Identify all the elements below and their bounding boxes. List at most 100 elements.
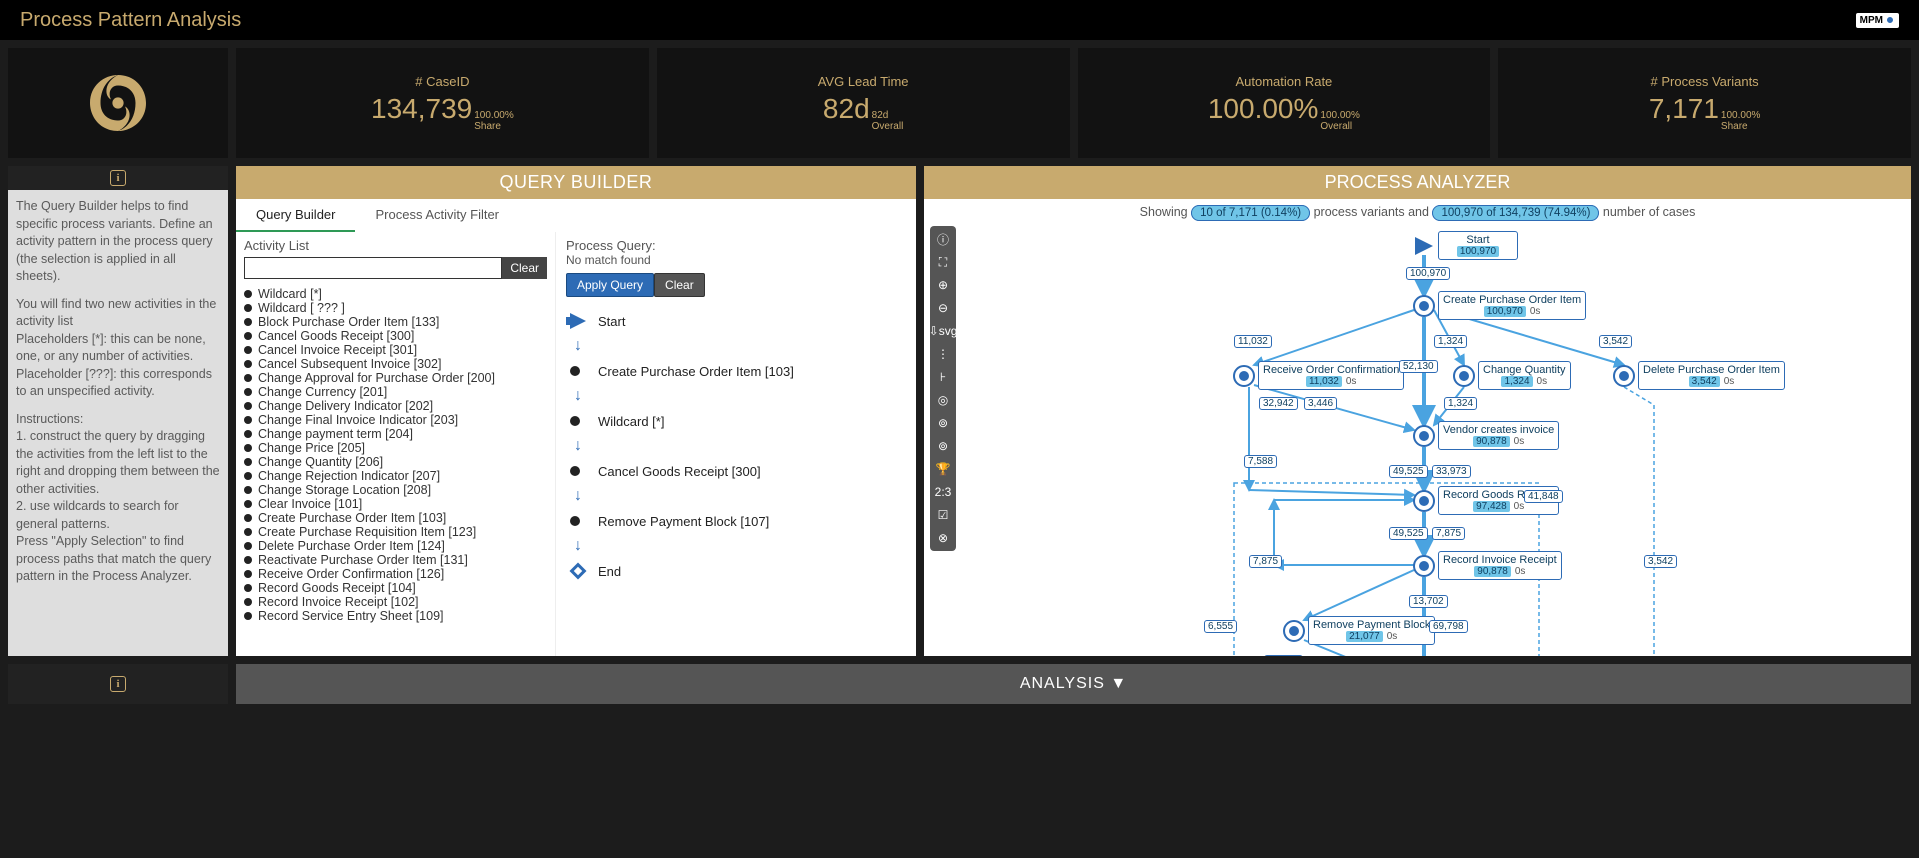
flow-act[interactable]: Cancel Goods Receipt [300]: [566, 457, 906, 485]
edge-label: 33,973: [1432, 465, 1471, 478]
node-ring[interactable]: [1613, 365, 1635, 387]
flow-act[interactable]: Wildcard [*]: [566, 407, 906, 435]
process-graph[interactable]: Start100,970 Create Purchase Order Item10…: [924, 225, 1911, 656]
node-ring[interactable]: [1413, 425, 1435, 447]
flow-arrow-icon: ↓: [574, 537, 906, 555]
process-node-vendor[interactable]: Vendor creates invoice90,8780s: [1438, 421, 1559, 450]
activity-item[interactable]: Record Invoice Receipt [102]: [244, 595, 543, 609]
activity-item[interactable]: Change Currency [201]: [244, 385, 543, 399]
edge-label: 1,324: [1434, 335, 1467, 348]
info-icon: i: [110, 170, 126, 186]
activity-item[interactable]: Clear Invoice [101]: [244, 497, 543, 511]
activity-list-label: Activity List: [244, 238, 547, 253]
fullscreen-icon[interactable]: ⛶: [932, 251, 954, 273]
activity-item[interactable]: Change Final Invoice Indicator [203]: [244, 413, 543, 427]
info-icon[interactable]: ⓘ: [932, 228, 954, 250]
zoom-out-icon[interactable]: ⊖: [932, 297, 954, 319]
target2-icon[interactable]: ⊚: [932, 412, 954, 434]
activity-item[interactable]: Change Approval for Purchase Order [200]: [244, 371, 543, 385]
branch-icon[interactable]: ⊦: [932, 366, 954, 388]
activity-item[interactable]: Cancel Goods Receipt [300]: [244, 329, 543, 343]
app-logo-badge: MPM: [1856, 13, 1899, 28]
activity-item[interactable]: Reactivate Purchase Order Item [131]: [244, 553, 543, 567]
activity-item[interactable]: Change payment term [204]: [244, 427, 543, 441]
edge-label: 41,848: [1524, 490, 1563, 503]
flow-start[interactable]: Start: [566, 307, 906, 335]
kpi-tile: AVG Lead Time82d82dOverall: [657, 48, 1070, 158]
node-ring[interactable]: [1283, 620, 1305, 642]
activity-item[interactable]: Receive Order Confirmation [126]: [244, 567, 543, 581]
flow-arrow-icon: ↓: [574, 487, 906, 505]
process-node-create[interactable]: Create Purchase Order Item100,9700s: [1438, 291, 1586, 320]
info-header: i: [8, 166, 228, 190]
process-node-changeq[interactable]: Change Quantity1,3240s: [1478, 361, 1571, 390]
edge-label: 3,542: [1644, 555, 1677, 568]
check-icon[interactable]: ☑: [932, 504, 954, 526]
activity-item[interactable]: Record Service Entry Sheet [109]: [244, 609, 543, 623]
bottom-info-bar: i: [8, 664, 228, 704]
activity-item[interactable]: Cancel Invoice Receipt [301]: [244, 343, 543, 357]
edge-label: 3,542: [1599, 335, 1632, 348]
flow-end[interactable]: End: [566, 557, 906, 585]
edge-label: 7,875: [1432, 527, 1465, 540]
edge-label: 100,970: [1406, 267, 1450, 280]
process-analyzer-title: PROCESS ANALYZER: [924, 166, 1911, 199]
activity-item[interactable]: Create Purchase Order Item [103]: [244, 511, 543, 525]
edge-label: 3,446: [1304, 397, 1337, 410]
ratio-icon[interactable]: 2:3: [932, 481, 954, 503]
target3-icon[interactable]: ⊚: [932, 435, 954, 457]
clear-search-button[interactable]: Clear: [502, 257, 547, 279]
brand-logo-tile: [8, 48, 228, 158]
query-builder-title: QUERY BUILDER: [236, 166, 916, 199]
process-node-receive[interactable]: Receive Order Confirmation11,0320s: [1258, 361, 1404, 390]
process-node-start[interactable]: Start100,970: [1438, 231, 1518, 260]
process-node-remove[interactable]: Remove Payment Block21,0770s: [1308, 616, 1435, 645]
zoom-in-icon[interactable]: ⊕: [932, 274, 954, 296]
trophy-icon[interactable]: 🏆: [932, 458, 954, 480]
more-icon[interactable]: ⋮: [932, 343, 954, 365]
apply-query-button[interactable]: Apply Query: [566, 273, 654, 297]
cases-pill: 100,970 of 134,739 (74.94%): [1432, 205, 1599, 221]
tab-query-builder[interactable]: Query Builder: [236, 199, 355, 232]
kpi-tile: # Process Variants7,171100.00%Share: [1498, 48, 1911, 158]
flow-act[interactable]: Create Purchase Order Item [103]: [566, 357, 906, 385]
query-flow[interactable]: Start ↓ Create Purchase Order Item [103] ↓ W…: [566, 307, 906, 585]
activity-item[interactable]: Create Purchase Requisition Item [123]: [244, 525, 543, 539]
showing-summary: Showing 10 of 7,171 (0.14%) process vari…: [924, 199, 1911, 225]
activity-item[interactable]: Wildcard [ ??? ]: [244, 301, 543, 315]
node-ring[interactable]: [1413, 555, 1435, 577]
process-node-delete[interactable]: Delete Purchase Order Item3,5420s: [1638, 361, 1785, 390]
node-ring[interactable]: [1413, 295, 1435, 317]
analysis-section-header[interactable]: ANALYSIS ▼: [236, 664, 1911, 704]
edge-label: 49,525: [1389, 465, 1428, 478]
activity-item[interactable]: Wildcard [*]: [244, 287, 543, 301]
clear-query-button[interactable]: Clear: [654, 273, 705, 297]
flow-arrow-icon: ↓: [574, 437, 906, 455]
target1-icon[interactable]: ◎: [932, 389, 954, 411]
activity-item[interactable]: Change Quantity [206]: [244, 455, 543, 469]
node-ring[interactable]: [1413, 235, 1435, 257]
activity-item[interactable]: Change Storage Location [208]: [244, 483, 543, 497]
activity-item[interactable]: Change Price [205]: [244, 441, 543, 455]
tab-activity-filter[interactable]: Process Activity Filter: [355, 199, 519, 232]
variants-pill: 10 of 7,171 (0.14%): [1191, 205, 1310, 221]
flow-act[interactable]: Remove Payment Block [107]: [566, 507, 906, 535]
activity-item[interactable]: Record Goods Receipt [104]: [244, 581, 543, 595]
edge-label: 21,077: [1264, 655, 1303, 656]
activity-item[interactable]: Block Purchase Order Item [133]: [244, 315, 543, 329]
node-ring[interactable]: [1413, 490, 1435, 512]
activity-list[interactable]: Wildcard [*]Wildcard [ ??? ]Block Purcha…: [244, 287, 547, 650]
edge-label: 69,798: [1429, 620, 1468, 633]
activity-item[interactable]: Change Rejection Indicator [207]: [244, 469, 543, 483]
process-node-invoice[interactable]: Record Invoice Receipt90,8780s: [1438, 551, 1562, 580]
node-ring[interactable]: [1453, 365, 1475, 387]
edge-label: 1,324: [1444, 397, 1477, 410]
activity-item[interactable]: Delete Purchase Order Item [124]: [244, 539, 543, 553]
activity-item[interactable]: Cancel Subsequent Invoice [302]: [244, 357, 543, 371]
no-match-text: No match found: [566, 253, 906, 267]
activity-item[interactable]: Change Delivery Indicator [202]: [244, 399, 543, 413]
node-ring[interactable]: [1233, 365, 1255, 387]
reset-icon[interactable]: ⊗: [932, 527, 954, 549]
download-svg-icon[interactable]: ⇩svg: [932, 320, 954, 342]
activity-search-input[interactable]: [244, 257, 502, 279]
